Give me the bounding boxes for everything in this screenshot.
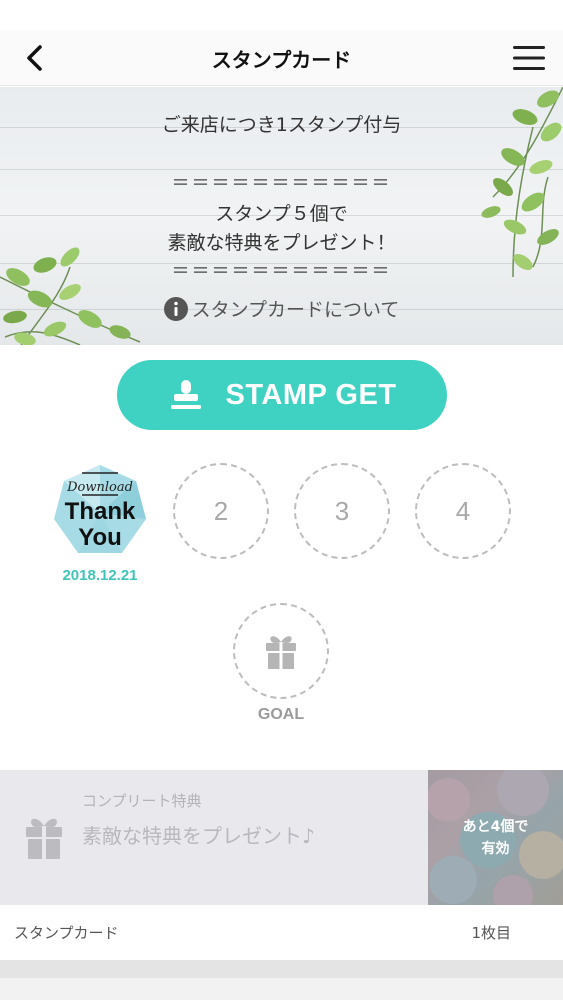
stamp-slot-number: 3 bbox=[334, 495, 350, 526]
banner-line-stamp-rule: ご来店につき1スタンプ付与 bbox=[161, 114, 402, 136]
stamp-slot-2: 2 bbox=[173, 463, 269, 559]
footer-card-count: 1枚目 bbox=[471, 924, 511, 942]
stamp-slot-number: 4 bbox=[455, 495, 471, 526]
banner-line-reward: 素敵な特典をプレゼント！ bbox=[167, 232, 396, 254]
next-card-edge bbox=[0, 960, 563, 978]
stamp-slot-3: 3 bbox=[294, 463, 390, 559]
page-title: スタンプカード bbox=[211, 48, 352, 72]
remaining-stamps-badge: あと4個で 有効 bbox=[428, 816, 563, 860]
nav-bar: スタンプカード bbox=[0, 30, 563, 86]
stamp-image-text-you: You bbox=[78, 524, 122, 551]
hamburger-menu-icon bbox=[513, 46, 545, 70]
remaining-stamps-line2: 有効 bbox=[481, 841, 510, 857]
about-stamp-card-label: スタンプカードについて bbox=[191, 299, 400, 321]
remaining-stamps-line1: あと4個で bbox=[462, 819, 529, 835]
info-circle-icon bbox=[163, 296, 188, 321]
stamp-slot-4: 4 bbox=[415, 463, 511, 559]
status-bar bbox=[0, 0, 563, 30]
gift-icon bbox=[266, 636, 296, 669]
bottom-area bbox=[0, 960, 563, 1000]
banner-divider-bottom: ＝＝＝＝＝＝＝＝＝＝＝ bbox=[171, 261, 392, 282]
stamp-get-button[interactable]: STAMP GET bbox=[117, 360, 447, 430]
stamp-slot-goal bbox=[233, 603, 329, 699]
banner-divider-top: ＝＝＝＝＝＝＝＝＝＝＝ bbox=[171, 173, 392, 194]
stamp-card-banner: ご来店につき1スタンプ付与 ＝＝＝＝＝＝＝＝＝＝＝ スタンプ５個で 素敵な特典を… bbox=[0, 87, 563, 345]
stamp-date: 2018.12.21 bbox=[62, 567, 138, 584]
stamp-icon bbox=[170, 380, 201, 409]
stamp-image-text-download: Download bbox=[66, 480, 133, 495]
complete-reward-panel[interactable]: コンプリート特典 素敵な特典をプレゼント♪ あと4個で 有効 bbox=[0, 770, 563, 905]
goal-label: GOAL bbox=[257, 706, 305, 723]
about-stamp-card-link[interactable]: スタンプカードについて bbox=[0, 295, 563, 322]
banner-line-stamp-count: スタンプ５個で bbox=[215, 203, 348, 225]
stamp-get-label: STAMP GET bbox=[225, 378, 397, 411]
reward-thumbnail: あと4個で 有効 bbox=[428, 770, 563, 905]
complete-reward-title: コンプリート特典 bbox=[82, 792, 202, 810]
thank-you-stamp-image: Download Thank You bbox=[54, 465, 146, 553]
menu-button[interactable] bbox=[509, 40, 549, 76]
complete-reward-description: 素敵な特典をプレゼント♪ bbox=[82, 824, 315, 848]
gift-icon bbox=[26, 818, 62, 859]
footer-card-label: スタンプカード bbox=[14, 924, 119, 942]
stamp-slot-1-filled: Download Thank You bbox=[52, 463, 148, 559]
card-footer: スタンプカード 1枚目 bbox=[0, 905, 563, 960]
stamp-image-text-thank: Thank bbox=[65, 498, 136, 525]
stamp-slot-number: 2 bbox=[213, 495, 229, 526]
